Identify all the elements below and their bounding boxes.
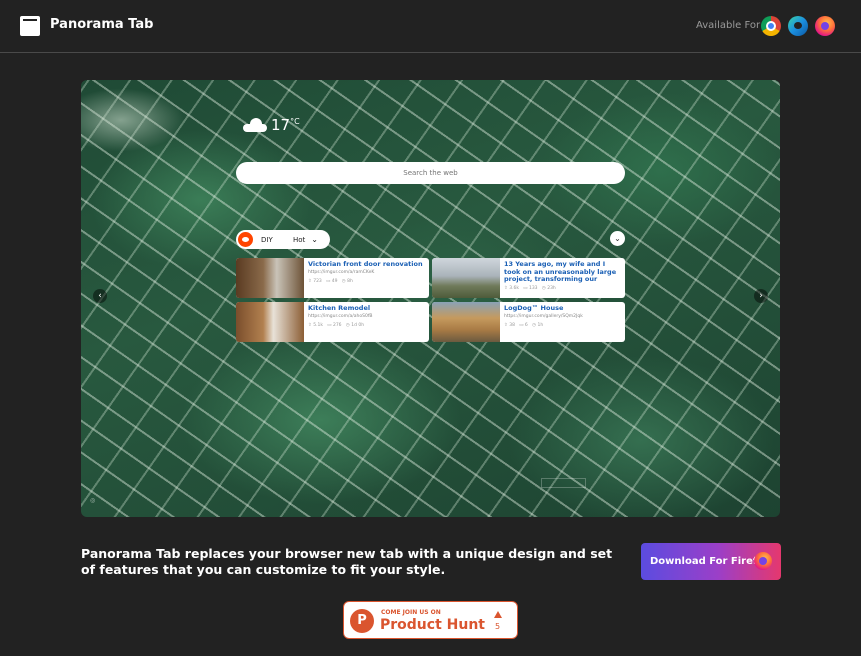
post-link: https://imgur.com/gallery/SQm2Jqk bbox=[504, 313, 583, 319]
product-hunt-title: Product Hunt bbox=[380, 617, 485, 633]
temperature: 17°C bbox=[271, 116, 300, 134]
post-link: https://imgur.com/a/ahoS0fB bbox=[308, 313, 373, 319]
header: Panorama Tab Available For bbox=[0, 0, 861, 53]
available-for-label: Available For bbox=[696, 20, 761, 31]
post-title: 13 Years ago, my wife and I took on an u… bbox=[504, 261, 617, 283]
download-button[interactable]: Download For Firefox bbox=[641, 543, 781, 580]
post-thumbnail bbox=[236, 258, 304, 298]
post-title: LogDog™ House bbox=[504, 304, 564, 312]
tagline: Panorama Tab replaces your browser new t… bbox=[81, 546, 613, 577]
subreddit-label: DIY bbox=[261, 235, 273, 244]
post-thumbnail bbox=[236, 302, 304, 342]
sort-label: Hot bbox=[293, 235, 306, 244]
post-meta: ⇧ 3.6k ▭ 133 ◷ 23h bbox=[504, 286, 556, 291]
brand-title[interactable]: Panorama Tab bbox=[50, 17, 153, 32]
post-thumbnail bbox=[432, 258, 500, 298]
product-hunt-logo-icon: P bbox=[350, 609, 374, 633]
post-title: Victorian front door renovation bbox=[308, 260, 423, 268]
post-title: Kitchen Remodel bbox=[308, 304, 371, 312]
post-meta: ⇧ 38 ▭ 6 ◷ 1h bbox=[504, 322, 544, 328]
reddit-icon bbox=[238, 232, 253, 247]
chevron-down-icon[interactable]: ⌄ bbox=[311, 235, 318, 244]
edge-icon[interactable] bbox=[788, 16, 808, 36]
product-hunt-badge[interactable]: P COME JOIN US ON Product Hunt 5 bbox=[343, 601, 518, 639]
photo-credit bbox=[541, 478, 586, 488]
post-card[interactable]: Kitchen Remodel https://imgur.com/a/ahoS… bbox=[236, 302, 429, 342]
location-icon: ◎ bbox=[90, 497, 96, 504]
post-card[interactable]: Victorian front door renovation https://… bbox=[236, 258, 429, 298]
upvote-count: 5 bbox=[495, 622, 501, 631]
weather-widget: 17°C bbox=[243, 116, 300, 134]
prev-arrow-icon[interactable]: ‹ bbox=[93, 289, 107, 303]
search-input[interactable] bbox=[236, 162, 625, 184]
firefox-icon bbox=[754, 552, 772, 570]
post-card[interactable]: LogDog™ House https://imgur.com/gallery/… bbox=[432, 302, 625, 342]
product-hunt-small-text: COME JOIN US ON bbox=[381, 609, 441, 616]
post-thumbnail bbox=[432, 302, 500, 342]
post-link: https://imgur.com/a/ramCKeK bbox=[308, 269, 375, 275]
expand-chevron-icon[interactable]: ⌄ bbox=[610, 231, 625, 246]
upvote-arrow-icon bbox=[494, 611, 502, 618]
post-meta: ⇧ 5.1k ▭ 276 ◷ 1d 0h bbox=[308, 322, 365, 328]
next-arrow-icon[interactable]: › bbox=[754, 289, 768, 303]
post-meta: ⇧ 723 ▭ 49 ◷ 8h bbox=[308, 278, 353, 284]
chrome-icon[interactable] bbox=[761, 16, 781, 36]
post-card[interactable]: 13 Years ago, my wife and I took on an u… bbox=[432, 258, 625, 298]
download-label: Download For Firefox bbox=[650, 556, 771, 567]
app-logo-icon[interactable] bbox=[20, 16, 40, 36]
preview-image: 17°C DIY Hot ⌄ ⌄ Victorian front door re… bbox=[81, 80, 780, 517]
cloud-icon bbox=[243, 118, 267, 132]
firefox-icon[interactable] bbox=[815, 16, 835, 36]
reddit-selector[interactable]: DIY Hot ⌄ bbox=[236, 230, 330, 249]
